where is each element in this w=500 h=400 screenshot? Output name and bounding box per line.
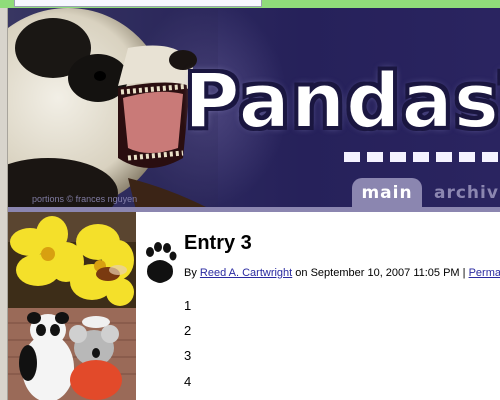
sidebar-flower-photo <box>8 212 136 308</box>
sidebar-plush-toys-photo <box>8 308 136 400</box>
title-underline-dashes <box>344 152 500 162</box>
browser-left-frame <box>0 8 8 400</box>
browser-address-field[interactable] <box>14 0 262 7</box>
post-line: 1 <box>184 298 192 313</box>
post-line: 4 <box>184 374 192 389</box>
author-link[interactable]: Reed A. Cartwright <box>200 267 292 279</box>
post-date: on September 10, 2007 11:05 PM | <box>295 267 466 279</box>
permalink-link[interactable]: Permalin <box>469 267 500 279</box>
tab-archive[interactable]: archiv <box>434 178 499 208</box>
byline-prefix: By <box>184 267 197 279</box>
post-title[interactable]: Entry 3 <box>184 232 252 255</box>
site-title: PandasT <box>183 55 500 146</box>
post-byline: By Reed A. Cartwright on September 10, 2… <box>184 267 500 279</box>
site-header-banner: PandasT portions © frances nguyen <box>8 8 500 210</box>
paw-print-icon <box>146 242 177 283</box>
post-line: 3 <box>184 348 192 363</box>
browser-top-bar <box>0 0 500 8</box>
post-line: 2 <box>184 323 192 338</box>
tab-main[interactable]: main <box>352 178 422 208</box>
photo-credit: portions © frances nguyen <box>32 194 138 204</box>
